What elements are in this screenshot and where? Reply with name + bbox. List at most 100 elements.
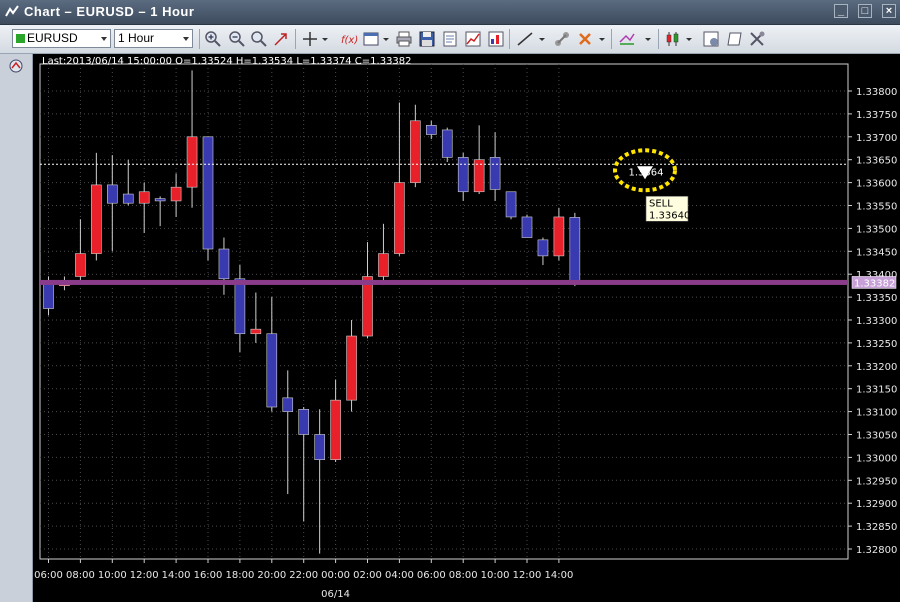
candle-body [314,434,325,460]
order-marker-price: 1.3364 [629,167,664,178]
candle-body [457,157,469,193]
x-tick-label: 02:00 [353,570,382,581]
cursor-icon[interactable] [272,30,290,48]
x-tick-label: 06:00 [417,570,446,581]
svg-text:f(x): f(x) [341,35,358,46]
y-tick-label: 1.33000 [856,453,897,464]
last-bar-info: Last:2013/06/14 15:00:00 O=1.33524 H=1.3… [42,56,412,67]
chart-properties-icon[interactable] [487,30,505,48]
chevron-down-icon[interactable] [322,38,328,41]
candle-body [298,409,310,435]
candle-body [122,193,134,204]
chevron-down-icon [101,37,107,41]
symbol-icon [16,34,25,43]
maximize-button[interactable]: □ [858,4,872,18]
candle-body [505,191,517,218]
timeframe-label: 1 Hour [118,31,155,45]
settings-icon[interactable] [702,30,720,48]
toolbar-separator [509,29,510,49]
x-tick-label: 20:00 [257,570,286,581]
candle-body [170,186,182,202]
candle-body [154,198,166,202]
current-price-label: 1.33382 [854,278,895,289]
chart-type-icon[interactable] [464,30,482,48]
x-tick-label: 12:00 [130,570,159,581]
properties-icon[interactable] [441,30,459,48]
x-tick-label: 14:00 [544,570,573,581]
y-tick-label: 1.33100 [856,408,897,419]
y-tick-label: 1.33750 [856,110,897,121]
candle-body [107,184,118,204]
y-tick-label: 1.33350 [856,293,897,304]
save-icon[interactable] [418,30,436,48]
symbol-label: EURUSD [27,31,78,45]
candle-body [362,276,373,337]
tools-icon[interactable] [748,30,766,48]
candle-body [266,333,278,408]
y-tick-label: 1.33500 [856,224,897,235]
x-tick-label: 04:00 [385,570,414,581]
zoom-out-icon[interactable] [228,30,246,48]
zoom-reset-icon[interactable] [250,30,268,48]
symbol-select-value: EURUSD [16,30,78,47]
candle-body [489,157,501,190]
order-icon[interactable] [618,30,636,48]
current-price-line [40,279,848,285]
order-tooltip-side: SELL [649,198,673,209]
delete-drawing-icon[interactable] [576,30,594,48]
chevron-down-icon[interactable] [645,38,651,41]
notes-icon[interactable] [726,30,744,48]
fibonacci-icon[interactable] [553,30,571,48]
chart-object-icon[interactable] [8,58,24,74]
symbol-select[interactable]: EURUSD [12,29,111,48]
candle-body [378,253,389,277]
candle-body [330,399,341,460]
x-tick-label: 22:00 [289,570,318,581]
candle-body [569,217,581,283]
y-tick-label: 1.33600 [856,179,897,190]
y-tick-label: 1.32850 [856,522,897,533]
toolbar-separator [295,29,296,49]
crosshair-icon[interactable] [301,30,319,48]
print-icon[interactable] [395,30,413,48]
draw-line-icon[interactable] [516,30,534,48]
candle-body [521,216,533,238]
candle-body [250,328,262,335]
y-tick-label: 1.32900 [856,499,897,510]
candle-body [537,239,549,257]
candle-body [138,191,150,204]
y-tick-label: 1.33550 [856,202,897,213]
candle-body [218,248,230,280]
candle-body [394,182,405,254]
y-tick-label: 1.33250 [856,339,897,350]
minimize-button[interactable]: _ [834,4,848,18]
chevron-down-icon[interactable] [383,38,389,41]
x-tick-label: 08:00 [449,570,478,581]
y-tick-label: 1.33200 [856,362,897,373]
chevron-down-icon[interactable] [599,38,605,41]
timeframe-select[interactable]: 1 Hour [114,29,193,48]
candle-body [346,335,357,401]
chart-toolbar: EURUSD 1 Hour f(x) [0,25,900,54]
candlestick-chart[interactable]: 1.33800 1.33750 1.33700 1.33650 1.33600 1.335… [33,54,900,602]
x-tick-label: 10:00 [481,570,510,581]
chevron-down-icon[interactable] [539,38,545,41]
candle-body [234,278,246,335]
x-tick-label: 12:00 [513,570,542,581]
indicator-icon[interactable]: f(x) [340,30,358,48]
y-tick-label: 1.33050 [856,431,897,442]
candle-icon[interactable] [664,30,682,48]
template-icon[interactable] [362,30,380,48]
y-tick-label: 1.33800 [856,87,897,98]
zoom-in-icon[interactable] [204,30,222,48]
close-button[interactable]: × [882,4,896,18]
candle-body [75,253,86,277]
candle-body [553,216,565,257]
toolbar-separator [611,29,612,49]
x-tick-label: 14:00 [162,570,191,581]
x-tick-label: 18:00 [225,570,254,581]
y-tick-label: 1.33300 [856,316,897,327]
y-tick-label: 1.33700 [856,133,897,144]
chevron-down-icon[interactable] [686,38,692,41]
window-title-bar: Chart – EURUSD – 1 Hour _ □ × [0,0,900,25]
